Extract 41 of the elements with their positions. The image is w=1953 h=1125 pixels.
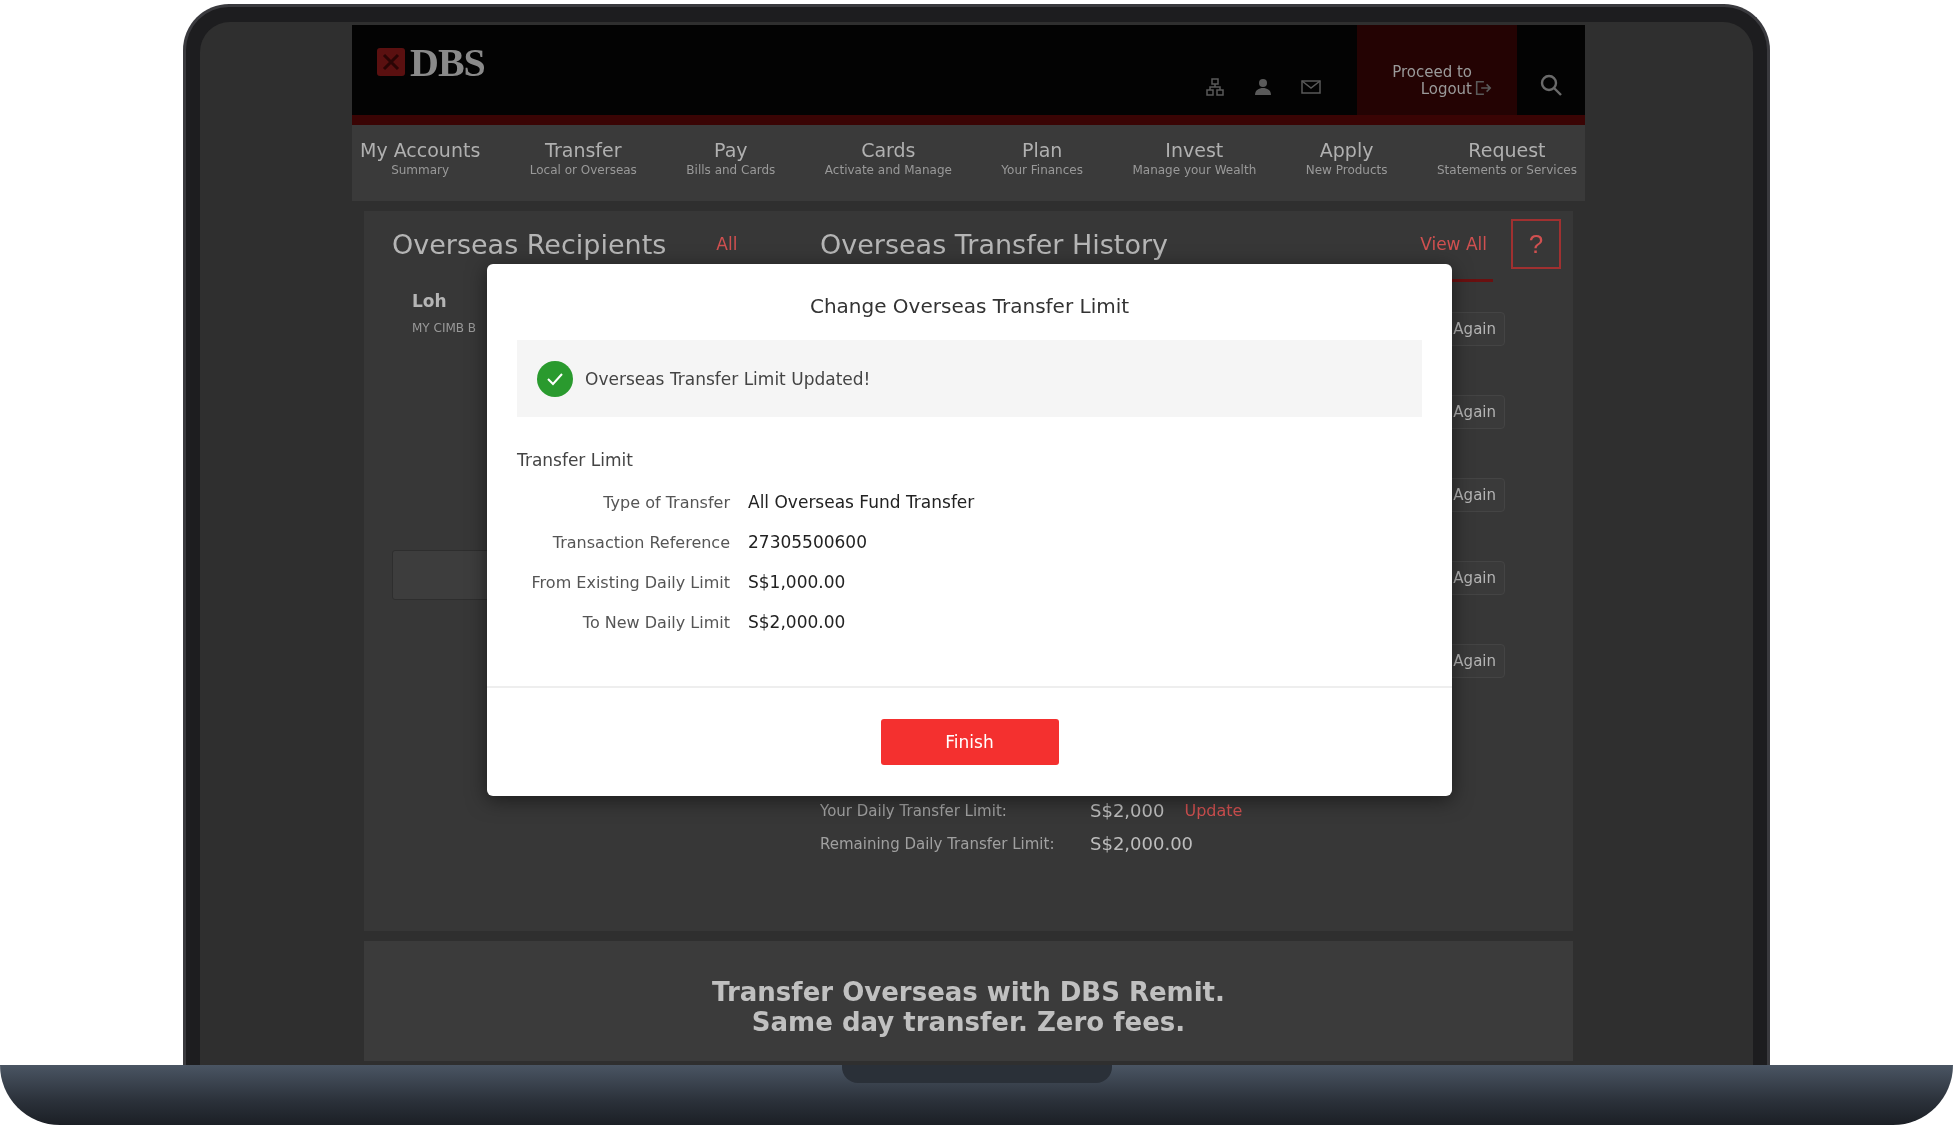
banner-text: Transfer Overseas with DBS Remit. (712, 977, 1225, 1007)
logout-icon (1474, 79, 1492, 97)
view-all-link[interactable]: View All (1420, 234, 1487, 254)
field-label: From Existing Daily Limit (530, 573, 730, 592)
field-label: To New Daily Limit (581, 613, 730, 632)
search-icon[interactable] (1539, 73, 1563, 97)
nav-item[interactable]: Apply New Products (1305, 125, 1388, 201)
success-message: Overseas Transfer Limit Updated! (585, 368, 871, 389)
logout-button[interactable]: Proceed to Logout (1357, 25, 1517, 115)
section-title: Overseas Recipients (392, 228, 667, 260)
banner-text: Same day transfer. Zero fees. (751, 1007, 1186, 1037)
nav-item[interactable]: Cards Activate and Manage (824, 125, 952, 201)
all-link[interactable]: All (716, 234, 738, 254)
nav-item[interactable]: Pay Bills and Cards (686, 125, 776, 201)
limit-value: S$2,000.00 (1090, 833, 1194, 854)
help-button[interactable]: ? (1511, 219, 1561, 269)
limit-value: S$2,000 (1090, 800, 1165, 821)
finish-button[interactable]: Finish (880, 719, 1059, 765)
limit-label: Remaining Daily Transfer Limit: (820, 834, 1056, 853)
sitemap-icon[interactable] (1205, 77, 1225, 97)
check-icon (537, 360, 573, 397)
section-title: Overseas Transfer History (820, 228, 1169, 260)
field-value: S$1,000.00 (748, 572, 847, 592)
nav-item[interactable]: My Accounts Summary (360, 125, 481, 201)
modal-title: Change Overseas Transfer Limit (808, 294, 1131, 318)
mail-icon[interactable] (1301, 79, 1321, 95)
field-value: S$2,000.00 (748, 612, 847, 632)
nav-item[interactable]: Transfer Local or Overseas (529, 125, 637, 201)
limit-label: Your Daily Transfer Limit: (820, 801, 1008, 820)
user-icon[interactable] (1253, 77, 1273, 97)
section-title: Transfer Limit (517, 450, 634, 470)
nav-item[interactable]: Plan Your Finances (1001, 125, 1083, 201)
update-link[interactable]: Update (1184, 801, 1243, 820)
field-value: All Overseas Fund Transfer (748, 492, 975, 512)
field-label: Transaction Reference (551, 533, 730, 552)
logo-icon (376, 47, 406, 77)
nav-item[interactable]: Request Statements or Services (1437, 125, 1577, 201)
field-value: 27305500600 (748, 532, 868, 552)
field-label: Type of Transfer (602, 493, 730, 512)
nav-item[interactable]: Invest Manage your Wealth (1132, 125, 1257, 201)
logo-text: DBS (410, 38, 485, 86)
